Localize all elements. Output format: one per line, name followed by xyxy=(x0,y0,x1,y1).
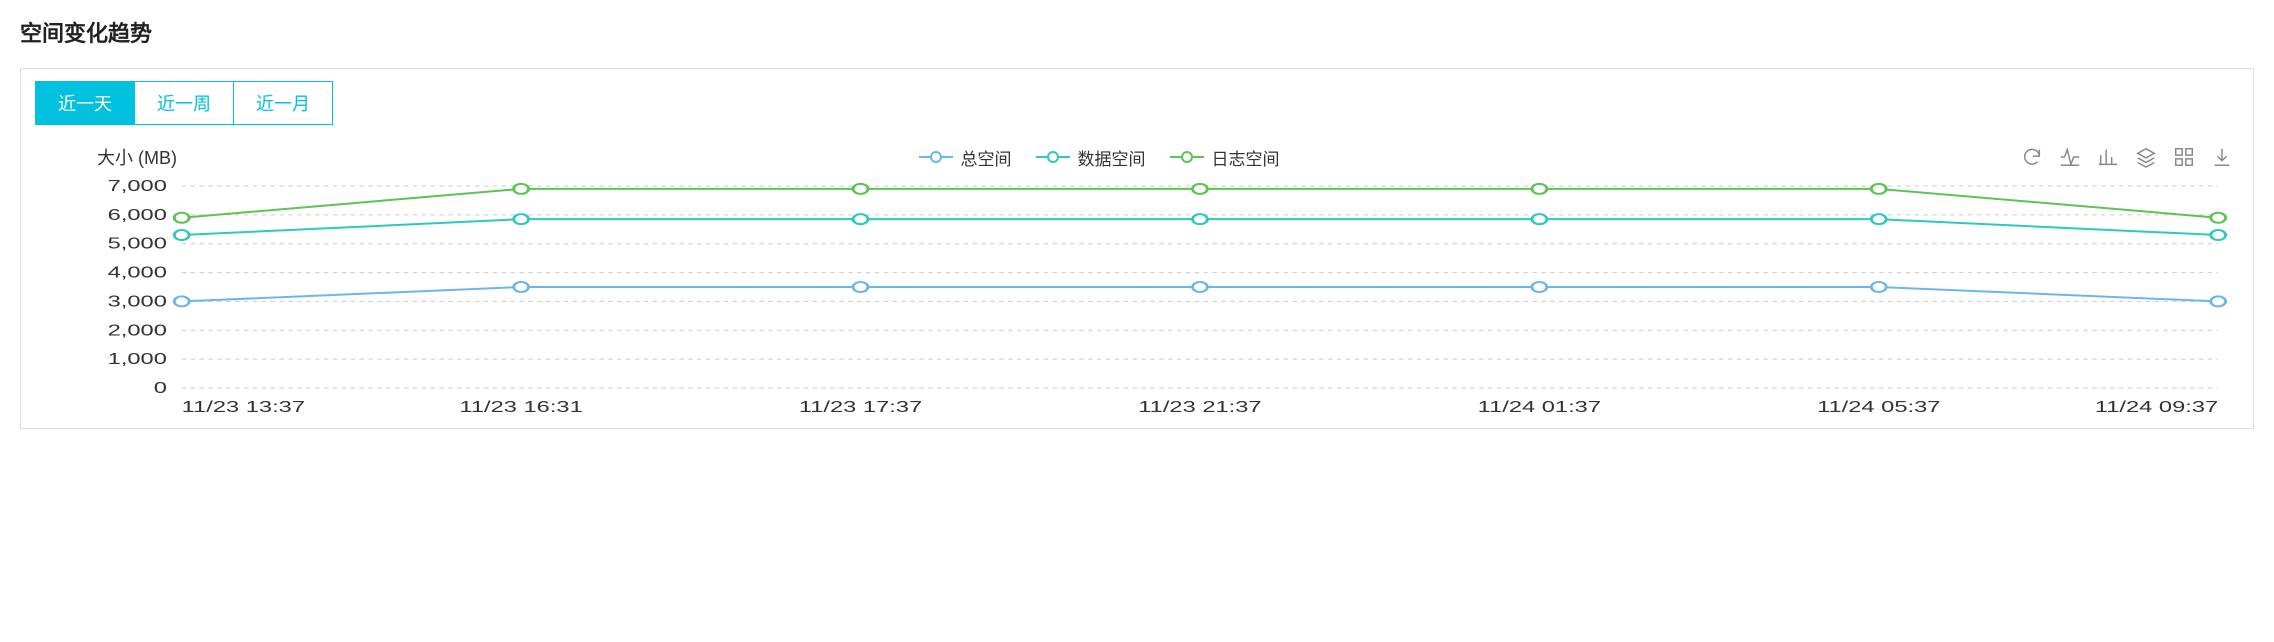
legend-item[interactable]: 数据空间 xyxy=(1036,145,1146,170)
refresh-icon[interactable] xyxy=(2021,146,2043,168)
x-tick-label: 11/23 17:37 xyxy=(799,399,922,416)
chart-area: 大小 (MB) 总空间 数据空间 日志空间 xyxy=(21,126,2253,428)
download-icon[interactable] xyxy=(2211,146,2233,168)
series-point xyxy=(1193,214,1208,224)
series-point xyxy=(853,214,868,224)
y-tick-label: 3,000 xyxy=(108,293,167,310)
y-tick-label: 1,000 xyxy=(108,351,167,368)
layers-icon[interactable] xyxy=(2135,146,2157,168)
series-point xyxy=(1532,214,1547,224)
time-range-tab[interactable]: 近一天 xyxy=(35,81,135,125)
series-point xyxy=(2211,296,2226,306)
bar-chart-icon[interactable] xyxy=(2097,146,2119,168)
chart-panel: 近一天近一周近一月 大小 (MB) 总空间 数据空间 日志空间 xyxy=(20,68,2254,429)
legend-label: 日志空间 xyxy=(1212,145,1280,170)
time-range-tab[interactable]: 近一周 xyxy=(134,81,234,125)
series-point xyxy=(514,214,529,224)
series-point xyxy=(174,296,189,306)
grid-icon[interactable] xyxy=(2173,146,2195,168)
legend-marker xyxy=(1036,150,1070,164)
series-point xyxy=(1193,184,1208,194)
x-tick-label: 11/23 13:37 xyxy=(182,399,305,416)
series-point xyxy=(1532,282,1547,292)
legend-marker xyxy=(919,150,953,164)
series-point xyxy=(853,184,868,194)
wave-icon[interactable] xyxy=(2059,146,2081,168)
page-title: 空间变化趋势 xyxy=(20,16,2254,48)
series-point xyxy=(1871,282,1886,292)
series-point xyxy=(2211,230,2226,240)
y-axis-label: 大小 (MB) xyxy=(97,144,177,170)
series-point xyxy=(514,184,529,194)
series-point xyxy=(853,282,868,292)
series-point xyxy=(1532,184,1547,194)
series-point xyxy=(1871,184,1886,194)
legend-label: 总空间 xyxy=(961,145,1012,170)
y-tick-label: 5,000 xyxy=(108,235,167,252)
series-point xyxy=(1193,282,1208,292)
legend-marker xyxy=(1170,150,1204,164)
y-tick-label: 0 xyxy=(154,380,167,397)
y-tick-label: 4,000 xyxy=(108,264,167,281)
y-tick-label: 7,000 xyxy=(108,180,167,195)
x-tick-label: 11/24 01:37 xyxy=(1478,399,1601,416)
y-tick-label: 2,000 xyxy=(108,322,167,339)
series-point xyxy=(174,213,189,223)
x-tick-label: 11/23 16:31 xyxy=(459,399,582,416)
legend-item[interactable]: 日志空间 xyxy=(1170,145,1280,170)
series-point xyxy=(514,282,529,292)
legend-label: 数据空间 xyxy=(1078,145,1146,170)
series-point xyxy=(174,230,189,240)
time-range-tabs: 近一天近一周近一月 xyxy=(21,69,2253,126)
line-chart: 0 1,000 2,000 3,000 4,000 5,000 6,000 7,000 11/2… xyxy=(41,180,2233,420)
time-range-tab[interactable]: 近一月 xyxy=(233,81,333,125)
x-tick-label: 11/24 05:37 xyxy=(1817,399,1940,416)
x-tick-label: 11/24 09:37 xyxy=(2095,399,2218,416)
series-point xyxy=(2211,213,2226,223)
legend-item[interactable]: 总空间 xyxy=(919,145,1012,170)
legend: 总空间 数据空间 日志空间 xyxy=(177,145,2021,170)
y-tick-label: 6,000 xyxy=(108,206,167,223)
chart-toolbar xyxy=(2021,146,2233,168)
series-point xyxy=(1871,214,1886,224)
x-tick-label: 11/23 21:37 xyxy=(1138,399,1261,416)
